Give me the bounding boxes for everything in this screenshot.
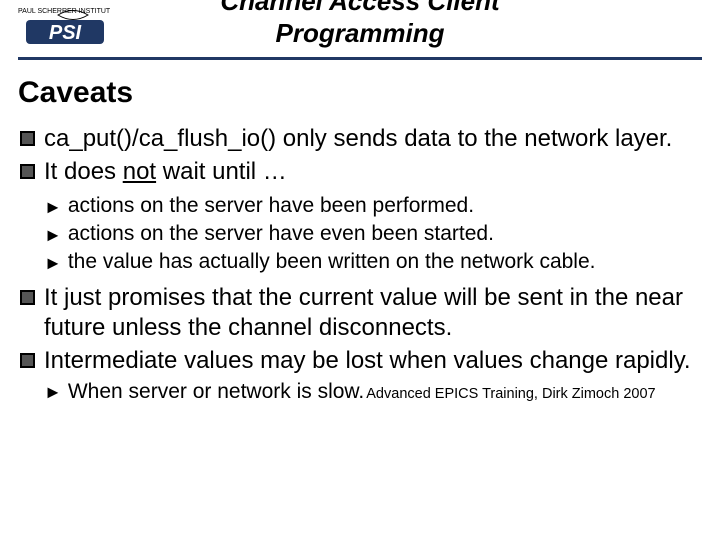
logo-abbr-text: PSI <box>49 22 82 44</box>
header: PAUL SCHERRER INSTITUT PSI Channel Acces… <box>0 0 720 47</box>
bullet-text: Intermediate values may be lost when val… <box>44 346 692 377</box>
square-bullet-icon <box>20 164 35 179</box>
triangle-bullet-icon: ► <box>44 195 62 219</box>
bullet-level1: Intermediate values may be lost when val… <box>20 346 692 377</box>
bullet-text: It does not wait until … <box>44 157 692 188</box>
bullet-text: It just promises that the current value … <box>44 283 692 344</box>
bullet-level2: ► actions on the server have been perfor… <box>44 192 692 220</box>
header-divider <box>18 57 702 60</box>
bullet-level2: ► the value has actually been written on… <box>44 248 692 276</box>
bullet-level1: ca_put()/ca_flush_io() only sends data t… <box>20 124 692 155</box>
bullet-text: the value has actually been written on t… <box>68 248 692 276</box>
bullet-list: ca_put()/ca_flush_io() only sends data t… <box>0 124 720 404</box>
section-title: Caveats <box>18 76 720 110</box>
triangle-bullet-icon: ► <box>44 223 62 247</box>
bullet-text: When server or network is slow. <box>68 380 364 404</box>
square-bullet-icon <box>20 290 35 305</box>
slide-title-line1: Channel Access Client <box>18 0 702 15</box>
bullet-level2: ► actions on the server have even been s… <box>44 220 692 248</box>
square-bullet-icon <box>20 353 35 368</box>
bullet-text: actions on the server have even been sta… <box>68 220 692 248</box>
triangle-bullet-icon: ► <box>44 382 62 403</box>
bullet-text: actions on the server have been performe… <box>68 192 692 220</box>
bullet-level1: It does not wait until … <box>20 157 692 188</box>
square-bullet-icon <box>20 131 35 146</box>
footer-text: Advanced EPICS Training, Dirk Zimoch 200… <box>366 386 655 402</box>
triangle-bullet-icon: ► <box>44 251 62 275</box>
bullet-text: ca_put()/ca_flush_io() only sends data t… <box>44 124 692 155</box>
bullet-level1: It just promises that the current value … <box>20 283 692 344</box>
bullet-level2-last: ► When server or network is slow. Advanc… <box>44 379 692 404</box>
